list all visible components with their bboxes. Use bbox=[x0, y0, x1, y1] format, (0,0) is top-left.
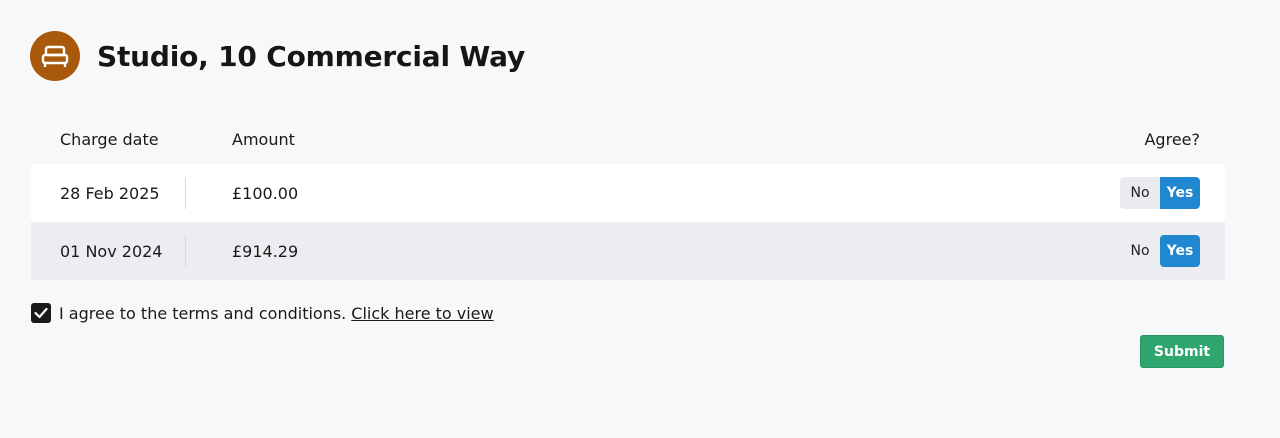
charge-date-cell: 28 Feb 2025 bbox=[60, 184, 160, 203]
agree-toggle: No Yes bbox=[1120, 235, 1200, 267]
page-header: Studio, 10 Commercial Way bbox=[30, 31, 525, 81]
terms-label: I agree to the terms and conditions. bbox=[59, 303, 347, 323]
agree-yes-button[interactable]: Yes bbox=[1160, 177, 1200, 209]
page: Studio, 10 Commercial Way Charge date Am… bbox=[0, 0, 1280, 438]
column-header-charge-date: Charge date bbox=[60, 130, 159, 149]
terms-link[interactable]: Click here to view bbox=[351, 304, 493, 323]
charges-table: Charge date Amount Agree? 28 Feb 2025 £1… bbox=[31, 112, 1225, 280]
submit-button[interactable]: Submit bbox=[1140, 335, 1224, 368]
agree-no-button[interactable]: No bbox=[1120, 177, 1160, 209]
agree-yes-button[interactable]: Yes bbox=[1160, 235, 1200, 267]
charge-date-cell: 01 Nov 2024 bbox=[60, 242, 163, 261]
column-divider bbox=[185, 177, 186, 209]
amount-cell: £914.29 bbox=[232, 242, 299, 261]
terms-agreement: I agree to the terms and conditions. Cli… bbox=[31, 303, 494, 323]
column-header-amount: Amount bbox=[232, 130, 295, 149]
table-row: 01 Nov 2024 £914.29 No Yes bbox=[31, 222, 1225, 280]
agree-no-button[interactable]: No bbox=[1120, 235, 1160, 267]
bed-icon bbox=[30, 31, 80, 81]
terms-checkbox[interactable] bbox=[31, 303, 51, 323]
agree-toggle: No Yes bbox=[1120, 177, 1200, 209]
table-row: 28 Feb 2025 £100.00 No Yes bbox=[31, 164, 1225, 222]
table-header: Charge date Amount Agree? bbox=[31, 112, 1225, 164]
column-divider bbox=[185, 235, 186, 267]
column-header-agree: Agree? bbox=[1144, 130, 1200, 149]
amount-cell: £100.00 bbox=[232, 184, 299, 203]
checkmark-icon bbox=[34, 307, 48, 319]
page-title: Studio, 10 Commercial Way bbox=[97, 39, 526, 73]
